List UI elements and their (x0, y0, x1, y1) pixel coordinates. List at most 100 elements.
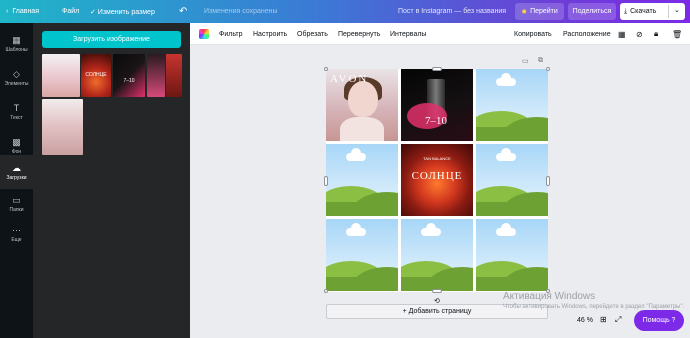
ground-shape (476, 277, 548, 291)
rail-label: Шаблоны (5, 47, 28, 53)
go-button[interactable]: ✸ Перейти (515, 3, 564, 20)
thumb-text: 7–10 (123, 78, 135, 84)
body-shape (340, 117, 384, 141)
chevron-left-icon: ‹ (6, 8, 9, 15)
cloud-shape (496, 73, 516, 86)
star-icon: ✸ (521, 8, 528, 16)
fullscreen-icon[interactable]: ⤢ (615, 315, 621, 325)
cloud-shape (346, 223, 366, 236)
editor-toolbar: Фильтр Настроить Обрезать Перевернуть Ин… (190, 23, 690, 45)
save-status: Изменения сохранены (204, 8, 278, 15)
position-button[interactable]: Расположение (563, 23, 611, 45)
thumb-text: СОЛНЦЕ (85, 72, 107, 78)
file-menu[interactable]: Файл (62, 0, 79, 23)
help-button[interactable]: Помощь ? (634, 310, 684, 331)
duplicate-page-icon[interactable]: ⧉ (538, 57, 543, 65)
upload-thumb[interactable] (166, 54, 182, 97)
home-button[interactable]: ‹ Главная (6, 0, 39, 23)
trash-icon[interactable]: 🗑︎ (672, 23, 682, 45)
grid-cell-placeholder[interactable] (476, 219, 548, 291)
spacing-button[interactable]: Интервалы (390, 23, 426, 45)
divider (668, 5, 669, 18)
upload-image-button[interactable]: Загрузить изображение (42, 31, 181, 48)
resize-handle[interactable] (324, 67, 328, 71)
uploads-panel: Загрузить изображение СОЛНЦЕ 7–10 (33, 23, 190, 338)
rail-label: Текст (10, 115, 23, 121)
top-bar: ‹ Главная Файл ✓ Изменить размер ↶ Измен… (0, 0, 690, 23)
document-title[interactable]: Пост в Instagram — без названия (398, 0, 506, 23)
uploads-icon: ☁ (12, 163, 21, 173)
undo-icon[interactable]: ↶ (179, 0, 187, 23)
upload-thumb[interactable] (42, 54, 80, 97)
folder-icon: ▭ (12, 195, 21, 205)
grid-cell-image[interactable]: AVON (326, 69, 398, 141)
more-icon: ··· (12, 225, 21, 235)
go-label: Перейти (530, 8, 558, 15)
grid-cell-placeholder[interactable] (326, 219, 398, 291)
comment-icon[interactable]: ▭ (522, 57, 529, 65)
upload-thumb[interactable] (147, 54, 165, 97)
rail-label: Папки (9, 207, 24, 213)
design-page[interactable]: AVON 7–10 TAN BALANCE СОЛНЦЕ (326, 69, 548, 292)
transparency-icon[interactable]: ▦ (618, 23, 626, 45)
color-picker-icon[interactable] (199, 29, 209, 39)
upload-thumb[interactable]: 7–10 (113, 54, 145, 97)
chevron-down-icon[interactable]: ⌄ (674, 6, 680, 14)
rail-item-more[interactable]: ··· Еще (0, 217, 33, 251)
home-label: Главная (12, 8, 39, 15)
ground-shape (326, 202, 398, 216)
link-icon[interactable]: ⊘ (636, 23, 643, 45)
adjust-button[interactable]: Настроить (253, 23, 287, 45)
grid-cell-placeholder[interactable] (401, 219, 473, 291)
rail-label: Загрузки (6, 175, 27, 181)
text-icon: T (13, 103, 20, 113)
rail-label: Элементы (4, 81, 29, 87)
resize-handle[interactable] (432, 289, 442, 293)
cloud-shape (496, 223, 516, 236)
resize-handle[interactable] (546, 176, 550, 186)
upload-thumb[interactable]: СОЛНЦЕ (81, 54, 111, 97)
ground-shape (326, 277, 398, 291)
resize-handle[interactable] (324, 289, 328, 293)
grid-cell-image[interactable]: TAN BALANCE СОЛНЦЕ (401, 144, 473, 216)
download-icon: ⤓ (624, 7, 628, 15)
elements-icon: ◇ (13, 69, 20, 79)
background-icon: ▩ (12, 137, 21, 147)
zoom-level[interactable]: 46 % (577, 317, 593, 324)
download-button[interactable]: ⤓ Скачать ⌄ (620, 3, 685, 20)
grid-cell-placeholder[interactable] (476, 144, 548, 216)
flip-button[interactable]: Перевернуть (338, 23, 380, 45)
resize-handle[interactable] (546, 67, 550, 71)
grid-cell-placeholder[interactable] (476, 69, 548, 141)
rail-item-templates[interactable]: ▦ Шаблоны (0, 27, 33, 61)
rail-item-uploads[interactable]: ☁ Загрузки (0, 155, 33, 189)
crop-button[interactable]: Обрезать (297, 23, 328, 45)
share-button[interactable]: Поделиться (568, 3, 616, 20)
lock-icon[interactable]: 🔒︎ (654, 23, 658, 45)
resize-handle[interactable] (324, 176, 328, 186)
grid-cell-placeholder[interactable] (326, 144, 398, 216)
brand-text: AVON (330, 73, 369, 85)
templates-icon: ▦ (12, 35, 21, 45)
rail-label: Еще (11, 237, 22, 243)
watermark-title: Активация Windows (503, 291, 596, 302)
copy-style-button[interactable]: Копировать (514, 23, 552, 45)
cloud-shape (346, 148, 366, 161)
rail-item-folders[interactable]: ▭ Папки (0, 187, 33, 221)
resize-button[interactable]: ✓ Изменить размер (90, 0, 155, 23)
windows-activation-watermark: Активация Windows Чтобы активировать Win… (503, 291, 684, 311)
grid-cell-image[interactable]: 7–10 (401, 69, 473, 141)
brand-subtext: TAN BALANCE (423, 156, 451, 161)
grid-view-icon[interactable]: ⊞ (600, 315, 607, 324)
upload-thumb[interactable] (42, 99, 83, 155)
cloud-shape (421, 223, 441, 236)
download-label: Скачать (630, 8, 657, 15)
side-rail: ▦ Шаблоны ◇ Элементы T Текст ▩ Фон ☁ Заг… (0, 23, 33, 338)
rail-item-elements[interactable]: ◇ Элементы (0, 61, 33, 95)
rail-item-text[interactable]: T Текст (0, 95, 33, 129)
ground-shape (476, 127, 548, 141)
promo-text: 7–10 (425, 115, 447, 127)
sun-title: СОЛНЦЕ (411, 170, 463, 182)
resize-handle[interactable] (432, 67, 442, 71)
filter-button[interactable]: Фильтр (219, 23, 243, 45)
